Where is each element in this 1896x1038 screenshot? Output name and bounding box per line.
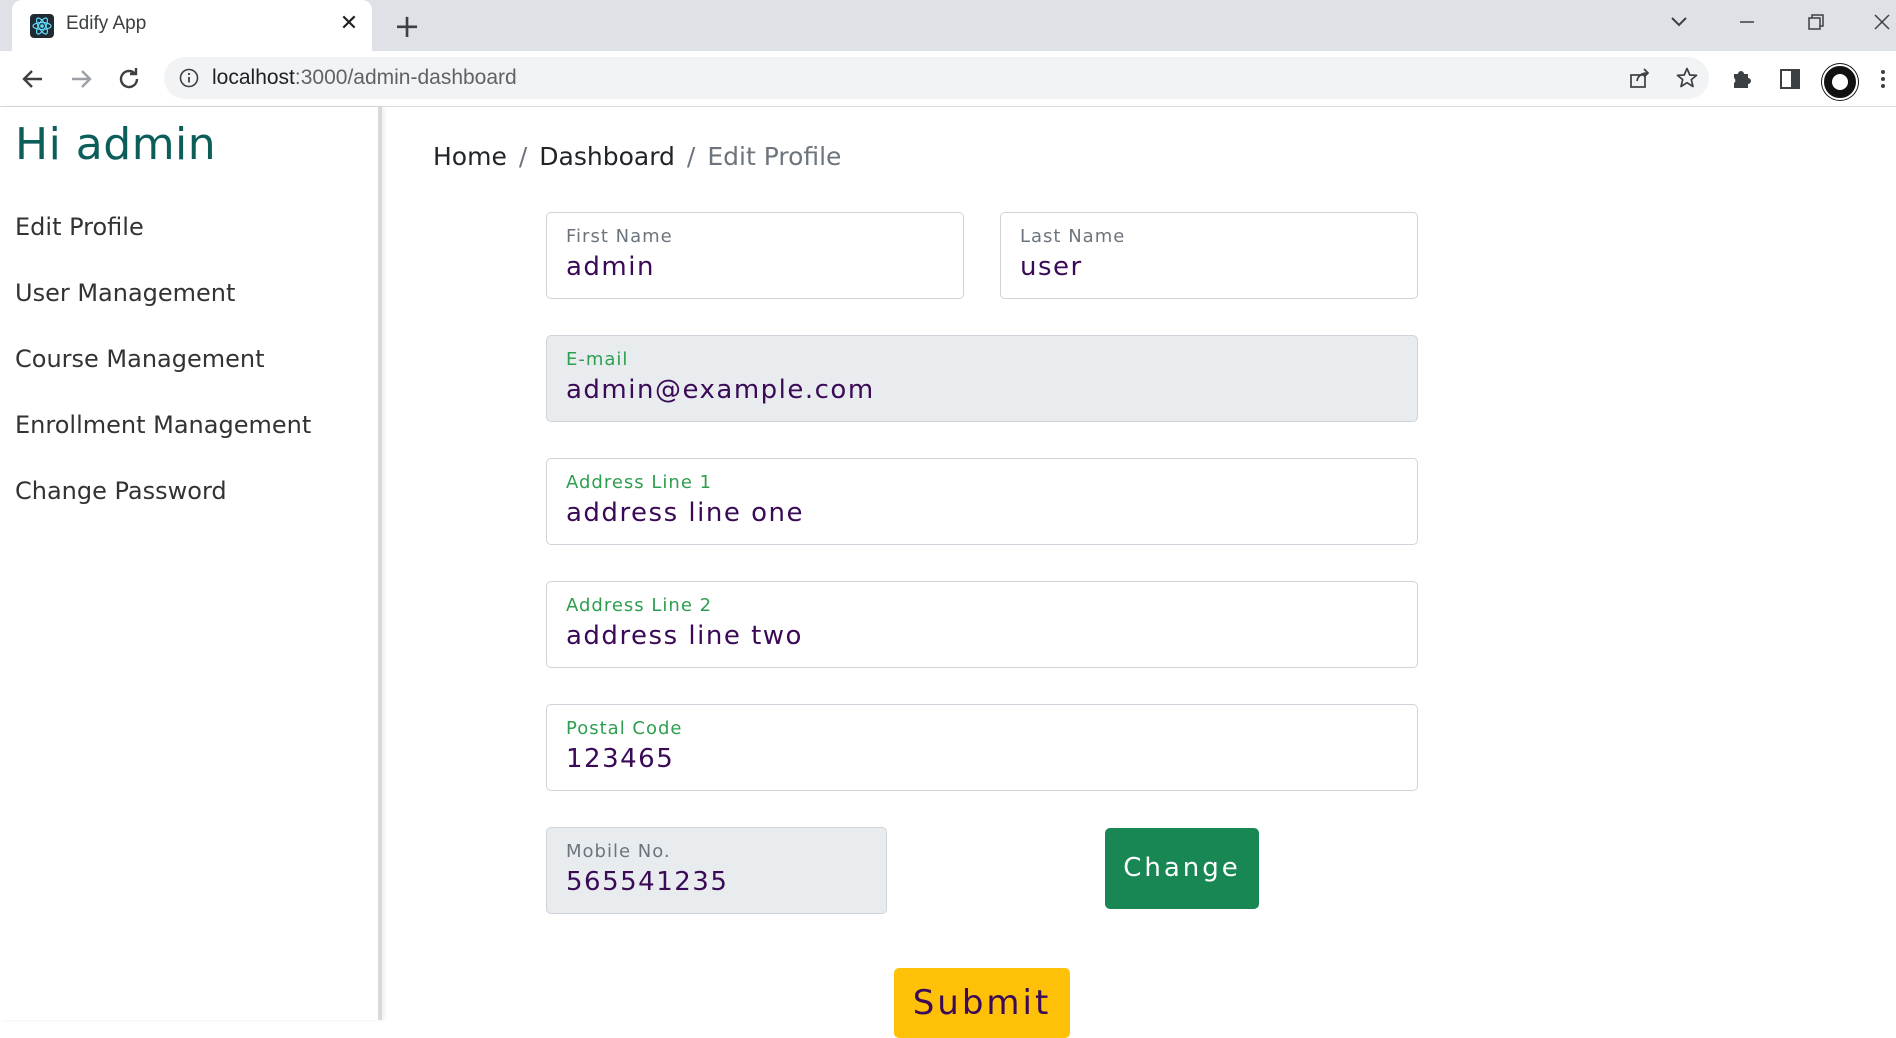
- change-mobile-button[interactable]: Change: [1105, 828, 1259, 909]
- breadcrumb-current: Edit Profile: [707, 142, 842, 171]
- back-arrow-icon[interactable]: [16, 62, 50, 96]
- mobile-label: Mobile No.: [566, 841, 671, 862]
- site-info-icon[interactable]: [178, 67, 200, 93]
- first-name-field[interactable]: First Name admin: [546, 212, 964, 299]
- mobile-field: Mobile No. 565541235: [546, 827, 887, 914]
- last-name-field[interactable]: Last Name user: [1000, 212, 1418, 299]
- react-logo-icon: [30, 14, 54, 38]
- email-field: E-mail admin@example.com: [546, 335, 1418, 422]
- postal-code-label: Postal Code: [566, 718, 683, 739]
- forward-arrow-icon[interactable]: [64, 62, 98, 96]
- browser-toolbar: localhost:3000/admin-dashboard: [0, 51, 1896, 107]
- last-name-value[interactable]: user: [1020, 252, 1083, 282]
- postal-code-field[interactable]: Postal Code 123465: [546, 704, 1418, 791]
- sidebar-item-course-management[interactable]: Course Management: [15, 345, 265, 373]
- sidebar-item-enrollment-management[interactable]: Enrollment Management: [15, 411, 311, 439]
- breadcrumb-separator: /: [686, 142, 696, 171]
- address-line-2-label: Address Line 2: [566, 595, 713, 616]
- url-text: localhost:3000/admin-dashboard: [212, 66, 517, 90]
- address-line-1-value[interactable]: address line one: [566, 498, 804, 528]
- sidebar-item-change-password[interactable]: Change Password: [15, 477, 227, 505]
- breadcrumb-home[interactable]: Home: [433, 142, 507, 171]
- address-bar[interactable]: localhost:3000/admin-dashboard: [164, 57, 1709, 99]
- email-label: E-mail: [566, 349, 629, 370]
- minimize-icon[interactable]: [1732, 6, 1762, 38]
- tab-title: Edify App: [66, 13, 147, 34]
- first-name-value[interactable]: admin: [566, 252, 655, 282]
- extensions-puzzle-icon[interactable]: [1728, 65, 1756, 93]
- close-window-icon[interactable]: [1868, 6, 1896, 38]
- breadcrumb-dashboard[interactable]: Dashboard: [539, 142, 675, 171]
- sidebar: Hi admin Edit Profile User Management Co…: [0, 107, 382, 1020]
- sidebar-item-edit-profile[interactable]: Edit Profile: [15, 213, 144, 241]
- share-icon[interactable]: [1628, 66, 1652, 90]
- restore-icon[interactable]: [1800, 6, 1830, 38]
- url-host: localhost: [212, 66, 295, 89]
- submit-button[interactable]: Submit: [894, 968, 1070, 1038]
- browser-tab[interactable]: Edify App ✕: [12, 0, 372, 51]
- email-value: admin@example.com: [566, 375, 875, 405]
- address-line-2-field[interactable]: Address Line 2 address line two: [546, 581, 1418, 668]
- postal-code-value[interactable]: 123465: [566, 744, 674, 774]
- address-line-1-field[interactable]: Address Line 1 address line one: [546, 458, 1418, 545]
- address-line-2-value[interactable]: address line two: [566, 621, 803, 651]
- last-name-label: Last Name: [1020, 226, 1126, 247]
- address-line-1-label: Address Line 1: [566, 472, 713, 493]
- mobile-value: 565541235: [566, 867, 729, 897]
- sidebar-item-user-management[interactable]: User Management: [15, 279, 235, 307]
- breadcrumb-separator: /: [518, 142, 528, 171]
- bookmark-star-icon[interactable]: [1675, 66, 1699, 90]
- breadcrumb: Home / Dashboard / Edit Profile: [433, 142, 841, 171]
- profile-avatar[interactable]: [1822, 64, 1858, 100]
- sidebar-greeting: Hi admin: [15, 119, 217, 170]
- browser-menu-icon[interactable]: [1874, 65, 1892, 93]
- tab-search-icon[interactable]: [1664, 6, 1694, 38]
- browser-tab-strip: Edify App ✕ +: [0, 0, 1896, 51]
- first-name-label: First Name: [566, 226, 673, 247]
- new-tab-icon[interactable]: +: [390, 9, 424, 43]
- close-tab-icon[interactable]: ✕: [336, 11, 362, 37]
- reload-icon[interactable]: [112, 62, 146, 96]
- side-panel-icon[interactable]: [1776, 65, 1804, 93]
- url-path: :3000/admin-dashboard: [294, 66, 517, 89]
